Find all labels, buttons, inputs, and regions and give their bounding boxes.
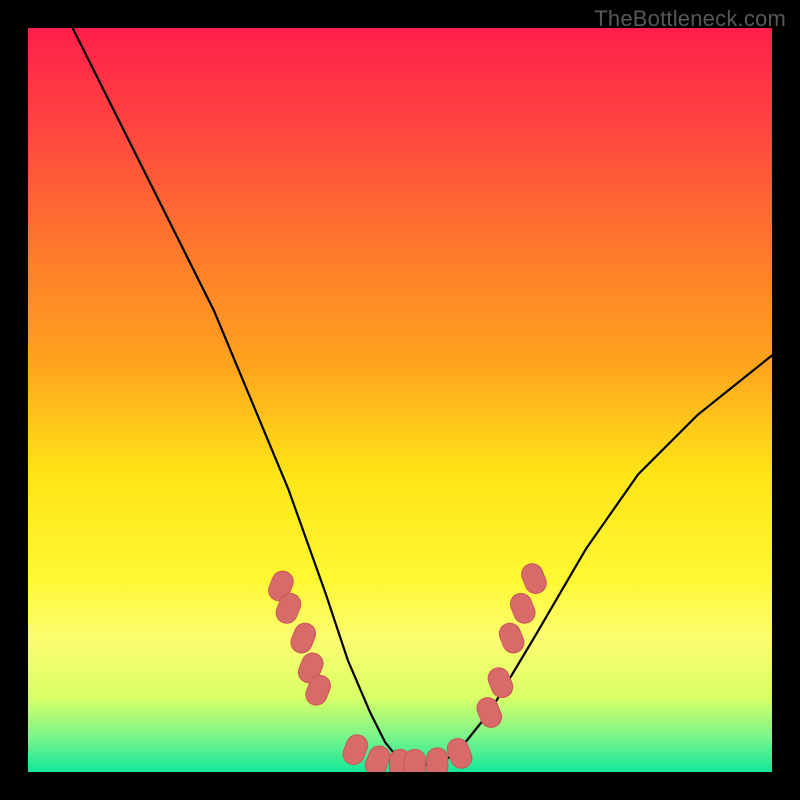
curve-layer — [28, 28, 772, 772]
watermark-text: TheBottleneck.com — [594, 6, 786, 32]
curve-marker — [507, 590, 538, 626]
curve-marker — [404, 749, 425, 772]
chart-frame: TheBottleneck.com — [0, 0, 800, 800]
plot-area — [28, 28, 772, 772]
curve-marker — [444, 735, 475, 771]
curve-marker — [496, 620, 527, 656]
curve-marker — [485, 665, 516, 701]
curve-marker — [518, 561, 549, 597]
curve-markers — [265, 561, 549, 772]
curve-marker — [288, 620, 319, 656]
curve-marker — [427, 748, 448, 772]
bottleneck-curve — [73, 28, 772, 765]
